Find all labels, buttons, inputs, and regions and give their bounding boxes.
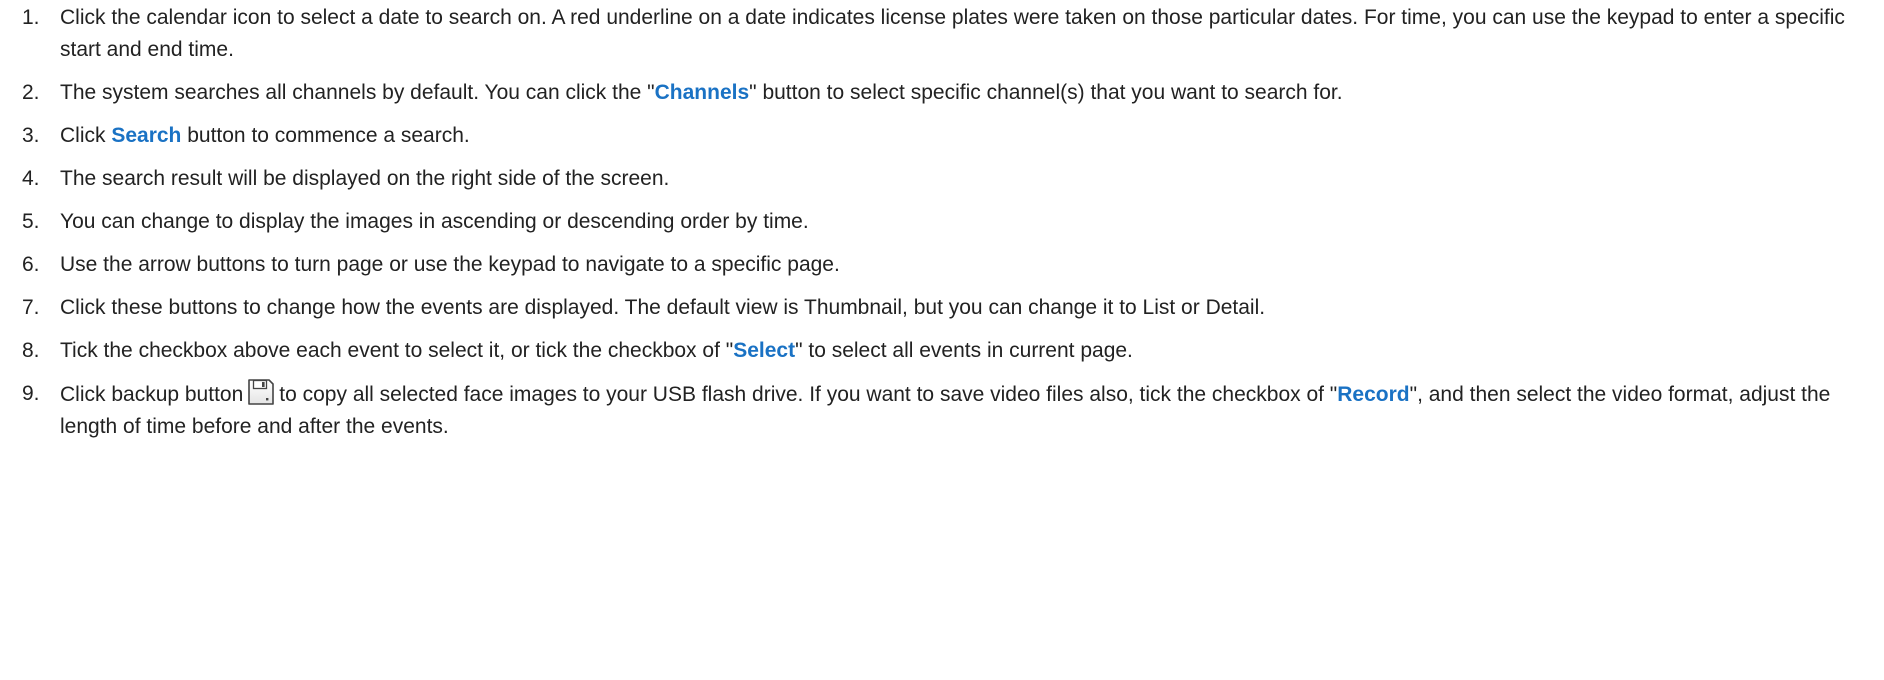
step-item-1: 1. Click the calendar icon to select a d… xyxy=(0,2,1860,66)
step-item-3: 3. Click Search button to commence a sea… xyxy=(0,120,1860,152)
step-item-5: 5. You can change to display the images … xyxy=(0,206,1860,238)
backup-icon xyxy=(247,378,275,406)
step-text: The search result will be displayed on t… xyxy=(60,167,670,190)
keyword-record: Record xyxy=(1337,383,1410,406)
step-item-7: 7. Click these buttons to change how the… xyxy=(0,292,1860,324)
step-number: 3. xyxy=(22,124,40,147)
step-number: 1. xyxy=(22,6,40,29)
step-number: 4. xyxy=(22,167,40,190)
step-text-middle: to copy all selected face images to your… xyxy=(279,383,1338,406)
step-number: 7. xyxy=(22,296,40,319)
step-item-9: 9. Click backup button to copy all selec… xyxy=(0,378,1860,443)
keyword-channels: Channels xyxy=(654,81,750,104)
step-text-before: Click xyxy=(60,124,112,147)
step-text-before: Tick the checkbox above each event to se… xyxy=(60,339,734,362)
step-text: Click these buttons to change how the ev… xyxy=(60,296,1266,319)
step-number: 5. xyxy=(22,210,40,233)
step-text: Use the arrow buttons to turn page or us… xyxy=(60,253,840,276)
step-number: 2. xyxy=(22,81,40,104)
step-text-after: " button to select specific channel(s) t… xyxy=(749,81,1343,104)
step-item-8: 8. Tick the checkbox above each event to… xyxy=(0,335,1860,367)
step-number: 8. xyxy=(22,339,40,362)
step-text-before: Click backup button xyxy=(60,383,244,406)
step-text: You can change to display the images in … xyxy=(60,210,809,233)
step-item-6: 6. Use the arrow buttons to turn page or… xyxy=(0,249,1860,281)
step-text-after: " to select all events in current page. xyxy=(795,339,1133,362)
step-item-4: 4. The search result will be displayed o… xyxy=(0,163,1860,195)
step-text-before: The system searches all channels by defa… xyxy=(60,81,655,104)
keyword-search: Search xyxy=(111,124,182,147)
instruction-document: 1. Click the calendar icon to select a d… xyxy=(0,0,1884,680)
step-number: 9. xyxy=(22,382,40,405)
step-text-after: button to commence a search. xyxy=(181,124,470,147)
step-text: Click the calendar icon to select a date… xyxy=(60,6,1845,61)
step-item-2: 2. The system searches all channels by d… xyxy=(0,77,1860,109)
keyword-select: Select xyxy=(733,339,796,362)
step-number: 6. xyxy=(22,253,40,276)
steps-list: 1. Click the calendar icon to select a d… xyxy=(0,2,1860,454)
